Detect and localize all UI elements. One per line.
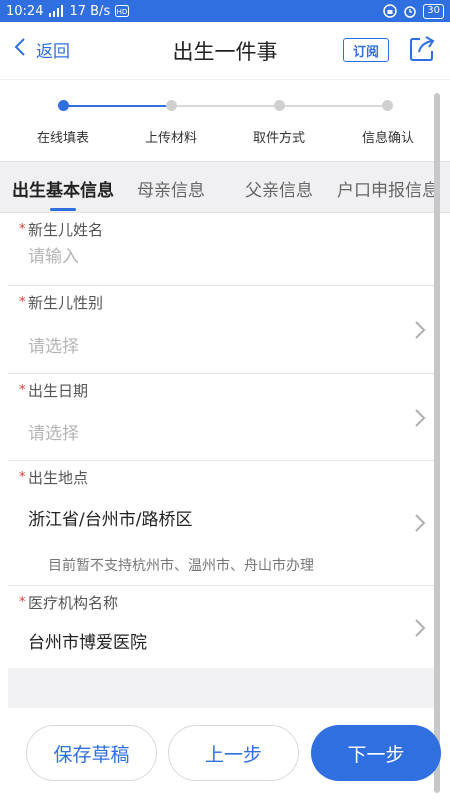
- form-row-newborn-name: * 新生儿姓名: [8, 213, 440, 286]
- share-icon[interactable]: [407, 34, 437, 64]
- step-dot-3: [274, 100, 285, 111]
- signal-icon: [48, 5, 64, 17]
- required-mark: *: [19, 222, 26, 237]
- field-label: 医疗机构名称: [28, 594, 119, 612]
- step-line-2: [172, 105, 279, 107]
- tab-father-info[interactable]: 父亲信息: [245, 176, 313, 201]
- form-row-newborn-gender[interactable]: * 新生儿性别 请选择: [8, 286, 440, 374]
- required-mark: *: [19, 470, 26, 485]
- field-label: 新生儿性别: [28, 294, 104, 312]
- medical-institution-select[interactable]: 台州市博爱医院: [28, 628, 147, 653]
- birth-place-note: 目前暂不支持杭州市、温州市、舟山市办理: [48, 558, 314, 574]
- chevron-right-icon: [414, 408, 426, 428]
- network-speed: 17 B/s: [69, 3, 111, 19]
- alarm-icon: [403, 4, 417, 18]
- field-label: 出生地点: [28, 469, 89, 487]
- form-row-birth-place[interactable]: * 出生地点 浙江省/台州市/路桥区 目前暂不支持杭州市、温州市、舟山市办理: [8, 461, 440, 586]
- active-tab-indicator: [50, 208, 76, 211]
- newborn-name-input[interactable]: [28, 247, 408, 267]
- step-label-4: 信息确认: [361, 131, 414, 146]
- field-label: 出生日期: [28, 382, 89, 400]
- step-line-3: [279, 105, 387, 107]
- step-label-1: 在线填表: [36, 131, 89, 146]
- back-button[interactable]: 返回: [14, 37, 70, 62]
- form-tabs: 出生基本信息 母亲信息 父亲信息 户口申报信息: [0, 161, 450, 213]
- back-label: 返回: [36, 42, 70, 62]
- subscribe-button[interactable]: 订阅: [343, 38, 389, 62]
- tab-household-info[interactable]: 户口申报信息: [337, 176, 439, 201]
- svg-text:HD: HD: [117, 8, 128, 16]
- status-bar: 10:24 17 B/s HD 30: [0, 0, 450, 22]
- birth-date-select[interactable]: 请选择: [28, 419, 79, 444]
- step-line-1: [63, 105, 172, 107]
- form-row-birth-date[interactable]: * 出生日期 请选择: [8, 374, 440, 461]
- birth-info-form: * 新生儿姓名 * 新生儿性别 请选择 * 出生日期 请选择 * 出生地点 浙江…: [8, 213, 440, 669]
- hd-icon: HD: [115, 5, 130, 17]
- battery-icon: 30: [423, 3, 444, 19]
- step-label-2: 上传材料: [144, 131, 197, 146]
- required-mark: *: [19, 295, 26, 310]
- field-label: 新生儿姓名: [28, 221, 104, 239]
- step-dot-4: [382, 100, 393, 111]
- form-footer-spacer: [8, 668, 440, 708]
- vpn-icon: [383, 4, 398, 18]
- required-mark: *: [19, 595, 26, 610]
- form-row-medical-institution[interactable]: * 医疗机构名称 台州市博爱医院: [8, 586, 440, 669]
- clock: 10:24: [6, 3, 44, 19]
- chevron-right-icon: [414, 513, 426, 533]
- nav-bar: 返回 出生一件事 订阅: [0, 22, 450, 79]
- birth-place-select[interactable]: 浙江省/台州市/路桥区: [28, 505, 192, 530]
- progress-stepper: 在线填表 上传材料 取件方式 信息确认: [0, 79, 450, 161]
- chevron-left-icon: [14, 37, 26, 62]
- previous-step-button[interactable]: 上一步: [168, 725, 299, 781]
- scrollbar[interactable]: [434, 93, 440, 793]
- tab-birth-info[interactable]: 出生基本信息: [12, 176, 114, 201]
- chevron-right-icon: [414, 618, 426, 638]
- tab-mother-info[interactable]: 母亲信息: [137, 176, 205, 201]
- chevron-right-icon: [414, 320, 426, 340]
- next-step-button[interactable]: 下一步: [311, 725, 441, 781]
- step-dot-1: [58, 100, 69, 111]
- save-draft-button[interactable]: 保存草稿: [26, 725, 157, 781]
- required-mark: *: [19, 383, 26, 398]
- step-dot-2: [166, 100, 177, 111]
- step-label-3: 取件方式: [252, 131, 305, 146]
- newborn-gender-select[interactable]: 请选择: [28, 332, 79, 357]
